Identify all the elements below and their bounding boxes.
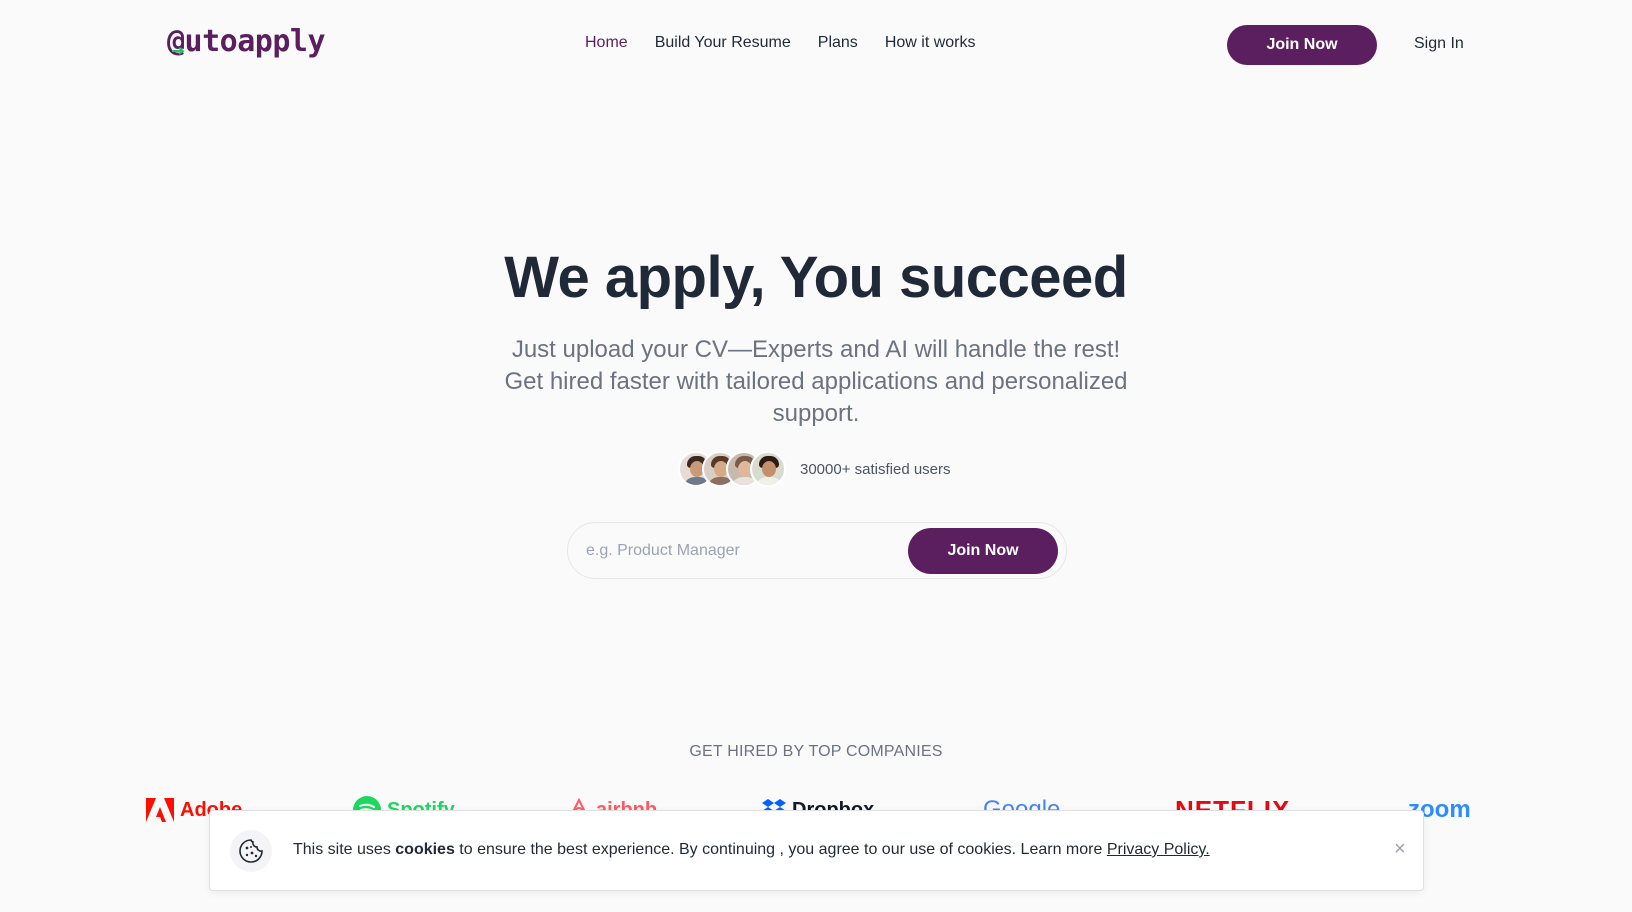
- nav-join-now-button[interactable]: Join Now: [1227, 25, 1377, 65]
- nav-link-build-resume[interactable]: Build Your Resume: [655, 34, 791, 52]
- cookie-text-end: to ensure the best experience. By contin…: [454, 841, 1107, 858]
- cookie-banner: This site uses cookies to ensure the bes…: [209, 810, 1424, 891]
- logo-arrow-icon: [172, 47, 185, 55]
- cookie-text-bold: cookies: [395, 841, 455, 858]
- navbar: @utoapply Home Build Your Resume Plans H…: [0, 0, 1632, 92]
- cookie-text-start: This site uses: [293, 841, 396, 858]
- satisfied-users: 30000+ satisfied users: [678, 451, 951, 487]
- job-search-form: Join Now: [567, 522, 1067, 579]
- brand-logo[interactable]: @utoapply: [167, 24, 326, 59]
- job-title-input[interactable]: [586, 537, 926, 565]
- cookie-icon-badge: [230, 830, 272, 872]
- nav-link-how-it-works[interactable]: How it works: [885, 34, 976, 52]
- hero-title: We apply, You succeed: [504, 245, 1128, 310]
- cookie-message: This site uses cookies to ensure the bes…: [293, 841, 1210, 859]
- cookie-icon: [239, 839, 263, 863]
- close-icon[interactable]: ×: [1394, 839, 1406, 859]
- sign-in-link[interactable]: Sign In: [1414, 35, 1464, 53]
- nav-link-plans[interactable]: Plans: [818, 34, 858, 52]
- hero-subtitle: Just upload your CV—Experts and AI will …: [504, 336, 1128, 427]
- user-avatar: [750, 451, 786, 487]
- users-count-text: 30000+ satisfied users: [800, 460, 951, 478]
- companies-heading: GET HIRED BY TOP COMPANIES: [689, 743, 943, 760]
- privacy-policy-link[interactable]: Privacy Policy.: [1107, 841, 1210, 858]
- hero-join-now-button[interactable]: Join Now: [908, 528, 1058, 574]
- adobe-icon: [146, 798, 174, 822]
- main-nav: Home Build Your Resume Plans How it work…: [585, 34, 976, 52]
- nav-link-home[interactable]: Home: [585, 34, 628, 52]
